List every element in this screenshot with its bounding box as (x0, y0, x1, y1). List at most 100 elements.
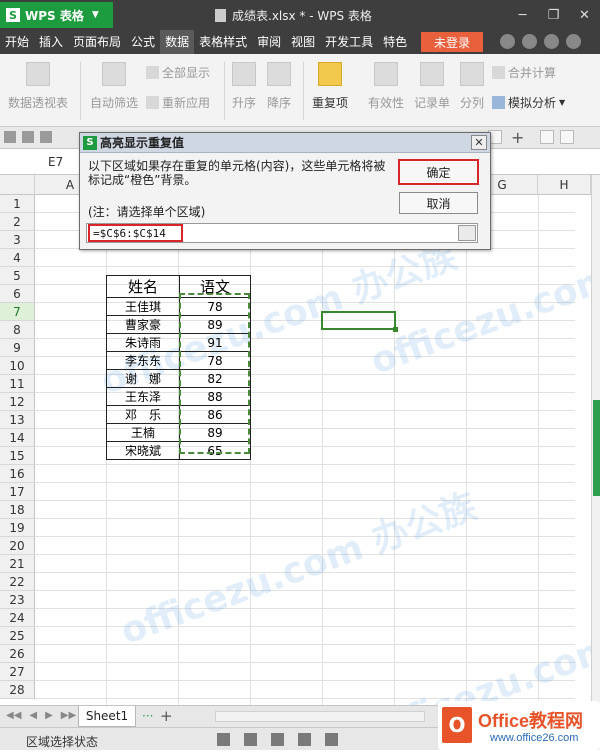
score-cell[interactable]: 89 (179, 315, 251, 334)
record-form-button[interactable]: 记录单 (414, 62, 450, 111)
row-header[interactable]: 3 (0, 231, 35, 249)
normal-view-icon[interactable] (217, 733, 230, 746)
menu-item-home[interactable]: 开始 (0, 30, 34, 54)
validity-button[interactable]: 有效性 (368, 62, 404, 111)
reapply-button[interactable]: 重新应用 (146, 94, 210, 111)
menu-item-insert[interactable]: 插入 (34, 30, 68, 54)
range-input[interactable]: =$C$6:$C$14 (86, 223, 478, 243)
add-sheet-icon[interactable]: + (160, 707, 173, 725)
row-header[interactable]: 10 (0, 357, 35, 375)
student-name-cell[interactable]: 邓 乐 (106, 405, 180, 424)
menu-item-data[interactable]: 数据 (160, 30, 195, 54)
row-header[interactable]: 5 (0, 267, 35, 285)
row-header[interactable]: 19 (0, 519, 35, 537)
student-name-cell[interactable]: 谢 娜 (106, 369, 180, 388)
row-header[interactable]: 6 (0, 285, 35, 303)
autofilter-button[interactable]: 自动筛选 (90, 62, 138, 111)
column-header-h[interactable]: H (538, 175, 591, 195)
score-cell[interactable]: 78 (179, 297, 251, 316)
row-header[interactable]: 14 (0, 429, 35, 447)
first-sheet-icon[interactable]: ◀◀ (6, 710, 21, 721)
row-header[interactable]: 28 (0, 681, 35, 699)
tab-scroll-button[interactable] (540, 130, 554, 144)
page-layout-icon[interactable] (244, 733, 257, 746)
active-cell-e7[interactable] (321, 311, 398, 332)
horizontal-scrollbar[interactable] (215, 711, 425, 722)
select-all-corner[interactable] (0, 175, 35, 195)
menu-item-review[interactable]: 审阅 (252, 30, 286, 54)
student-name-cell[interactable]: 王楠 (106, 423, 180, 442)
score-cell[interactable]: 65 (179, 441, 251, 460)
folder-icon[interactable] (4, 131, 16, 143)
skin-icon[interactable] (522, 34, 537, 49)
row-header[interactable]: 7 (0, 303, 35, 321)
menu-item-page-layout[interactable]: 页面布局 (68, 30, 126, 54)
next-sheet-icon[interactable]: ▶ (45, 710, 53, 721)
reading-mode-icon[interactable] (298, 733, 311, 746)
scrollbar-thumb[interactable] (593, 400, 600, 496)
sheet-tab-sheet1[interactable]: Sheet1 (78, 706, 136, 727)
print-icon[interactable] (40, 131, 52, 143)
score-cell[interactable]: 89 (179, 423, 251, 442)
row-header[interactable]: 11 (0, 375, 35, 393)
student-name-cell[interactable]: 曹家豪 (106, 315, 180, 334)
student-name-cell[interactable]: 王佳琪 (106, 297, 180, 316)
score-cell[interactable]: 88 (179, 387, 251, 406)
login-button[interactable]: 未登录 (421, 32, 483, 52)
row-header[interactable]: 8 (0, 321, 35, 339)
row-header[interactable]: 18 (0, 501, 35, 519)
what-if-analysis-button[interactable]: 模拟分析 ▼ (492, 94, 565, 111)
range-input-value[interactable]: =$C$6:$C$14 (88, 224, 183, 242)
dialog-title-bar[interactable]: S 高亮显示重复值 (80, 133, 490, 153)
row-header[interactable]: 26 (0, 645, 35, 663)
row-header[interactable]: 15 (0, 447, 35, 465)
eye-protect-icon[interactable] (325, 733, 338, 746)
menu-item-features[interactable]: 特色 (378, 30, 412, 54)
sync-icon[interactable] (500, 34, 515, 49)
more-sheets-icon[interactable]: ··· (142, 709, 153, 723)
row-header[interactable]: 13 (0, 411, 35, 429)
consolidate-button[interactable]: 合并计算 (492, 64, 556, 81)
text-to-columns-button[interactable]: 分列 (460, 62, 484, 111)
duplicates-button[interactable]: 重复项 (312, 62, 348, 111)
row-header[interactable]: 1 (0, 195, 35, 213)
score-cell[interactable]: 86 (179, 405, 251, 424)
new-tab-icon[interactable]: + (511, 128, 524, 147)
restore-icon[interactable]: ❐ (538, 0, 569, 30)
vertical-scrollbar[interactable] (591, 175, 600, 705)
row-header[interactable]: 25 (0, 627, 35, 645)
student-name-cell[interactable]: 宋晓斌 (106, 441, 180, 460)
tab-list-button[interactable] (560, 130, 574, 144)
close-icon[interactable]: ✕ (569, 0, 600, 30)
row-header[interactable]: 12 (0, 393, 35, 411)
last-sheet-icon[interactable]: ▶▶ (61, 710, 76, 721)
prev-sheet-icon[interactable]: ◀ (29, 710, 37, 721)
row-header[interactable]: 16 (0, 465, 35, 483)
menu-item-view[interactable]: 视图 (286, 30, 320, 54)
student-name-cell[interactable]: 李东东 (106, 351, 180, 370)
header-cell-name[interactable]: 姓名 (106, 275, 180, 298)
row-header[interactable]: 23 (0, 591, 35, 609)
student-name-cell[interactable]: 王东泽 (106, 387, 180, 406)
row-header[interactable]: 4 (0, 249, 35, 267)
collapse-ribbon-icon[interactable] (566, 34, 581, 49)
dialog-close-icon[interactable]: ✕ (471, 135, 487, 150)
help-icon[interactable] (544, 34, 559, 49)
range-select-icon[interactable] (458, 225, 476, 241)
row-header[interactable]: 9 (0, 339, 35, 357)
minimize-icon[interactable]: ─ (507, 0, 538, 30)
row-header[interactable]: 20 (0, 537, 35, 555)
menu-item-developer[interactable]: 开发工具 (320, 30, 378, 54)
cancel-button[interactable]: 取消 (399, 192, 478, 214)
row-header[interactable]: 22 (0, 573, 35, 591)
student-name-cell[interactable]: 朱诗雨 (106, 333, 180, 352)
save-icon[interactable] (22, 131, 34, 143)
app-menu-button[interactable]: S WPS 表格 ▼ (0, 2, 113, 28)
sort-descending-button[interactable]: 降序 (267, 62, 291, 111)
menu-item-formulas[interactable]: 公式 (126, 30, 160, 54)
page-break-icon[interactable] (271, 733, 284, 746)
row-header[interactable]: 24 (0, 609, 35, 627)
row-header[interactable]: 17 (0, 483, 35, 501)
menu-item-table-style[interactable]: 表格样式 (194, 30, 252, 54)
ok-button[interactable]: 确定 (398, 159, 479, 185)
